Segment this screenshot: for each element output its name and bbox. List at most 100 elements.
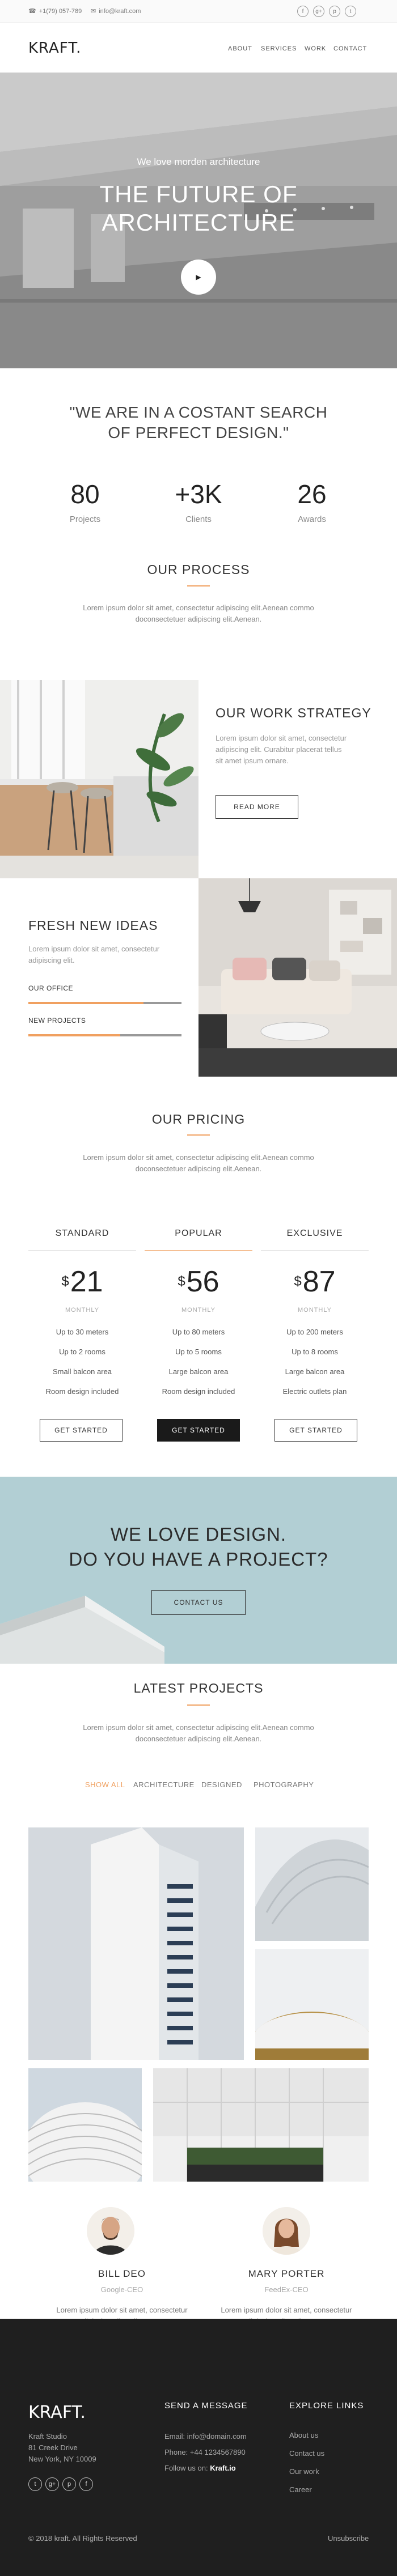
plan-standard-feature: Room design included bbox=[45, 1387, 119, 1396]
ideas-living-room-image bbox=[198, 878, 397, 1077]
avatar bbox=[263, 2207, 310, 2255]
email-contact[interactable]: ✉ info@kraft.com bbox=[91, 7, 141, 15]
currency-symbol: $ bbox=[294, 1274, 302, 1289]
process-text-line-2: doconsectetuer adipiscing elit.Aenean. bbox=[135, 615, 262, 623]
intro-quote: "WE ARE IN A COSTANT SEARCH OF PERFECT D… bbox=[0, 402, 397, 443]
unsubscribe-link[interactable]: Unsubscribe bbox=[328, 2533, 369, 2544]
plan-standard-feature: Up to 30 meters bbox=[56, 1328, 109, 1336]
contact-us-button[interactable]: CONTACT US bbox=[151, 1590, 246, 1615]
plan-standard-price: $21 bbox=[28, 1265, 136, 1299]
project-stadium-image[interactable] bbox=[28, 2068, 142, 2182]
read-more-button[interactable]: READ MORE bbox=[216, 795, 298, 819]
footer-email[interactable]: Email: info@domain.com bbox=[164, 2431, 247, 2442]
footer-phone[interactable]: Phone: +44 1234567890 bbox=[164, 2447, 246, 2458]
filter-architecture[interactable]: ARCHITECTURE bbox=[133, 1780, 195, 1789]
filter-photography[interactable]: PHOTOGRAPHY bbox=[254, 1780, 314, 1789]
currency-symbol: $ bbox=[61, 1274, 69, 1289]
google-plus-icon[interactable]: g+ bbox=[313, 6, 324, 17]
projects-text-line-2: doconsectetuer adipiscing elit.Aenean. bbox=[135, 1735, 262, 1743]
twitter-icon[interactable]: t bbox=[28, 2477, 42, 2491]
phone-icon: ☎ bbox=[28, 8, 36, 15]
google-plus-icon[interactable]: g+ bbox=[45, 2477, 59, 2491]
plan-standard-feature: Small balcon area bbox=[52, 1367, 112, 1376]
facebook-icon[interactable]: f bbox=[79, 2477, 93, 2491]
avatar bbox=[87, 2207, 134, 2255]
strategy-title: OUR WORK STRATEGY bbox=[216, 705, 371, 720]
explore-links-title: EXPLORE LINKS bbox=[289, 2401, 364, 2411]
phone-text: +1(79) 057-789 bbox=[39, 7, 82, 15]
our-office-link[interactable]: OUR OFFICE bbox=[28, 984, 73, 992]
plan-standard-divider bbox=[28, 1250, 136, 1251]
process-text-line-1: Lorem ipsum dolor sit amet, consectetur … bbox=[83, 603, 314, 612]
new-projects-link[interactable]: NEW PROJECTS bbox=[28, 1017, 86, 1025]
cta-title-line-1: WE LOVE DESIGN. bbox=[110, 1524, 287, 1545]
project-curve-image[interactable] bbox=[255, 1827, 369, 1941]
project-dome-image[interactable] bbox=[255, 1949, 369, 2060]
follow-prefix: Follow us on: bbox=[164, 2464, 208, 2472]
plan-exclusive-button[interactable]: GET STARTED bbox=[274, 1419, 357, 1442]
cta-title-line-2: DO YOU HAVE A PROJECT? bbox=[69, 1549, 328, 1570]
pricing-accent-line bbox=[187, 1134, 210, 1136]
plan-popular-button[interactable]: GET STARTED bbox=[157, 1419, 240, 1442]
hero-title: THE FUTURE OF ARCHITECTURE bbox=[0, 180, 397, 237]
plan-standard-button[interactable]: GET STARTED bbox=[40, 1419, 123, 1442]
pricing-text-line-1: Lorem ipsum dolor sit amet, consectetur … bbox=[83, 1153, 314, 1162]
ideas-text-line-1: Lorem ipsum dolor sit amet, consectetur bbox=[28, 945, 160, 953]
price-amount: 21 bbox=[70, 1265, 103, 1298]
strategy-kitchen-image bbox=[0, 680, 198, 878]
twitter-icon[interactable]: t bbox=[345, 6, 356, 17]
plan-standard-feature: Up to 2 rooms bbox=[59, 1347, 105, 1356]
facebook-icon[interactable]: f bbox=[297, 6, 309, 17]
copyright: © 2018 kraft. All Rights Reserved bbox=[28, 2534, 137, 2543]
projects-text-line-1: Lorem ipsum dolor sit amet, consectetur … bbox=[83, 1723, 314, 1732]
plan-popular-name: POPULAR bbox=[175, 1229, 222, 1238]
pinterest-icon[interactable]: p bbox=[329, 6, 340, 17]
plan-popular-divider bbox=[145, 1250, 252, 1251]
plan-popular-feature: Up to 80 meters bbox=[172, 1328, 225, 1336]
plan-popular-feature: Room design included bbox=[162, 1387, 235, 1396]
footer-link-career[interactable]: Career bbox=[289, 2485, 312, 2494]
logo[interactable]: KRAFT. bbox=[28, 40, 81, 57]
currency-symbol: $ bbox=[178, 1274, 185, 1289]
quote-line-2: OF PERFECT DESIGN." bbox=[108, 424, 289, 441]
filter-designed[interactable]: DESIGNED bbox=[201, 1780, 242, 1789]
follow-brand-link[interactable]: Kraft.io bbox=[210, 2464, 236, 2472]
plan-popular-price: $56 bbox=[145, 1265, 252, 1299]
mary-porter-portrait bbox=[263, 2207, 310, 2255]
member-bio-line-1: Lorem ipsum dolor sit amet, consectetur bbox=[56, 2306, 188, 2314]
play-button[interactable]: ▶ bbox=[181, 260, 216, 295]
stat-projects-value: 80 bbox=[70, 479, 100, 509]
nav-work[interactable]: WORK bbox=[305, 45, 326, 52]
footer-link-about[interactable]: About us bbox=[289, 2431, 318, 2439]
footer-link-contact[interactable]: Contact us bbox=[289, 2449, 324, 2458]
footer-logo[interactable]: KRAFT. bbox=[28, 2403, 86, 2422]
cta-title: WE LOVE DESIGN. DO YOU HAVE A PROJECT? bbox=[0, 1522, 397, 1572]
footer-link-work[interactable]: Our work bbox=[289, 2467, 319, 2476]
hero: We love morden architecture THE FUTURE O… bbox=[0, 73, 397, 368]
plan-exclusive-divider bbox=[261, 1250, 369, 1251]
stat-projects-label: Projects bbox=[69, 515, 101, 524]
member-role: Google-CEO bbox=[100, 2285, 143, 2294]
address-line-2: 81 Creek Drive bbox=[28, 2443, 78, 2452]
project-facade-image[interactable] bbox=[153, 2068, 369, 2182]
nav-about[interactable]: ABOUT bbox=[228, 45, 252, 52]
send-message-title: SEND A MESSAGE bbox=[164, 2401, 248, 2411]
phone-contact[interactable]: ☎ +1(79) 057-789 bbox=[28, 7, 82, 15]
filter-show-all[interactable]: SHOW ALL bbox=[85, 1780, 125, 1789]
footer-address: Kraft Studio 81 Creek Drive New York, NY… bbox=[28, 2431, 96, 2465]
our-office-bar-fill bbox=[28, 1002, 143, 1004]
address-line-1: Kraft Studio bbox=[28, 2432, 67, 2441]
strategy-text-line-1: Lorem ipsum dolor sit amet, consectetur bbox=[216, 734, 347, 742]
email-text: info@kraft.com bbox=[99, 7, 141, 15]
pricing-text-line-2: doconsectetuer adipiscing elit.Aenean. bbox=[135, 1164, 262, 1173]
project-tower-image[interactable] bbox=[28, 1827, 244, 2060]
stat-awards-label: Awards bbox=[298, 515, 326, 524]
nav-services[interactable]: SERVICES bbox=[261, 45, 297, 52]
new-projects-bar-fill bbox=[28, 1034, 120, 1036]
pinterest-icon[interactable]: p bbox=[62, 2477, 76, 2491]
member-name: MARY PORTER bbox=[248, 2268, 325, 2279]
process-accent-line bbox=[187, 585, 210, 586]
nav-contact[interactable]: CONTACT bbox=[333, 45, 367, 52]
bill-deo-portrait bbox=[87, 2207, 134, 2255]
member-name: BILL DEO bbox=[98, 2268, 146, 2279]
